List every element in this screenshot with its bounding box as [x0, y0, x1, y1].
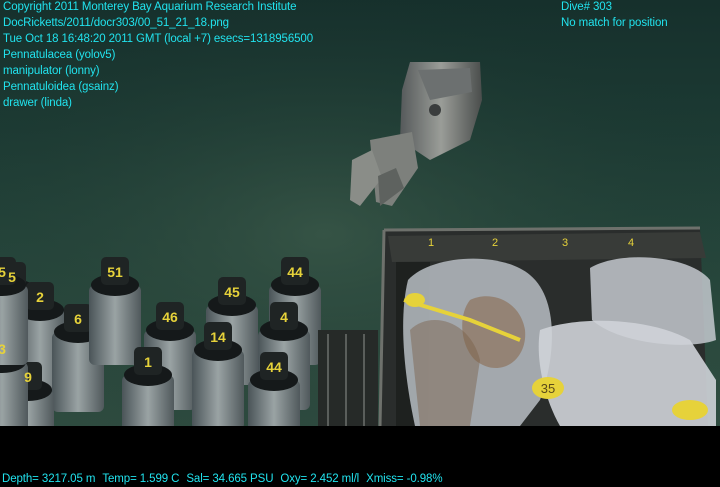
dive-number: Dive# 303: [561, 1, 612, 13]
drawer-slot-label: 4: [628, 237, 634, 249]
drawer-slot-label: 2: [492, 237, 498, 249]
tube-number-label: 45: [224, 284, 240, 300]
overlay-info-left: Copyright 2011 Monterey Bay Aquarium Res…: [3, 0, 313, 111]
transmissometer-readout: Xmiss= -0.98%: [366, 473, 443, 485]
tube-number-label: 51: [107, 264, 123, 280]
sample-bag-label: 35: [541, 381, 555, 396]
drawer-slot-label: 3: [562, 237, 568, 249]
annotation-pennatuloidea: Pennatuloidea (gsainz): [3, 81, 119, 93]
tube-number-label: 14: [210, 329, 226, 345]
annotation-pennatulacea: Pennatulacea (yolov5): [3, 49, 116, 61]
position-status: No match for position: [561, 17, 668, 29]
tube-number-label: 44: [266, 359, 282, 375]
tube-number-label: 6: [74, 311, 82, 327]
tube-number-label: 2: [36, 289, 44, 305]
annotation-drawer: drawer (linda): [3, 97, 72, 109]
tube-number-label: 46: [162, 309, 178, 325]
drawer-slot-label: 1: [428, 237, 434, 249]
timestamp-line: Tue Oct 18 16:48:20 2011 GMT (local +7) …: [3, 33, 314, 45]
salinity-readout: Sal= 34.665 PSU: [186, 473, 274, 485]
tube-number-label: 1: [144, 354, 152, 370]
copyright-line: Copyright 2011 Monterey Bay Aquarium Res…: [3, 1, 297, 13]
oxygen-readout: Oxy= 2.452 ml/l: [280, 473, 360, 485]
depth-readout: Depth= 3217.05 m: [2, 473, 96, 485]
overlay-info-right: Dive# 303 No match for position: [561, 0, 668, 31]
tube-number-label: 44: [287, 264, 303, 280]
tube-number-label: 5: [0, 264, 6, 280]
tube-number-label: 3: [0, 341, 6, 357]
tube-number-label: 4: [280, 309, 288, 325]
tube-number-label: 5: [8, 269, 16, 285]
telemetry-readout: Depth= 3217.05 m Temp= 1.599 C Sal= 34.665…: [2, 471, 443, 487]
temperature-readout: Temp= 1.599 C: [102, 473, 180, 485]
tube-number-label: 9: [24, 369, 32, 385]
image-path-line: DocRicketts/2011/docr303/00_51_21_18.png: [3, 17, 229, 29]
annotation-manipulator: manipulator (lonny): [3, 65, 100, 77]
